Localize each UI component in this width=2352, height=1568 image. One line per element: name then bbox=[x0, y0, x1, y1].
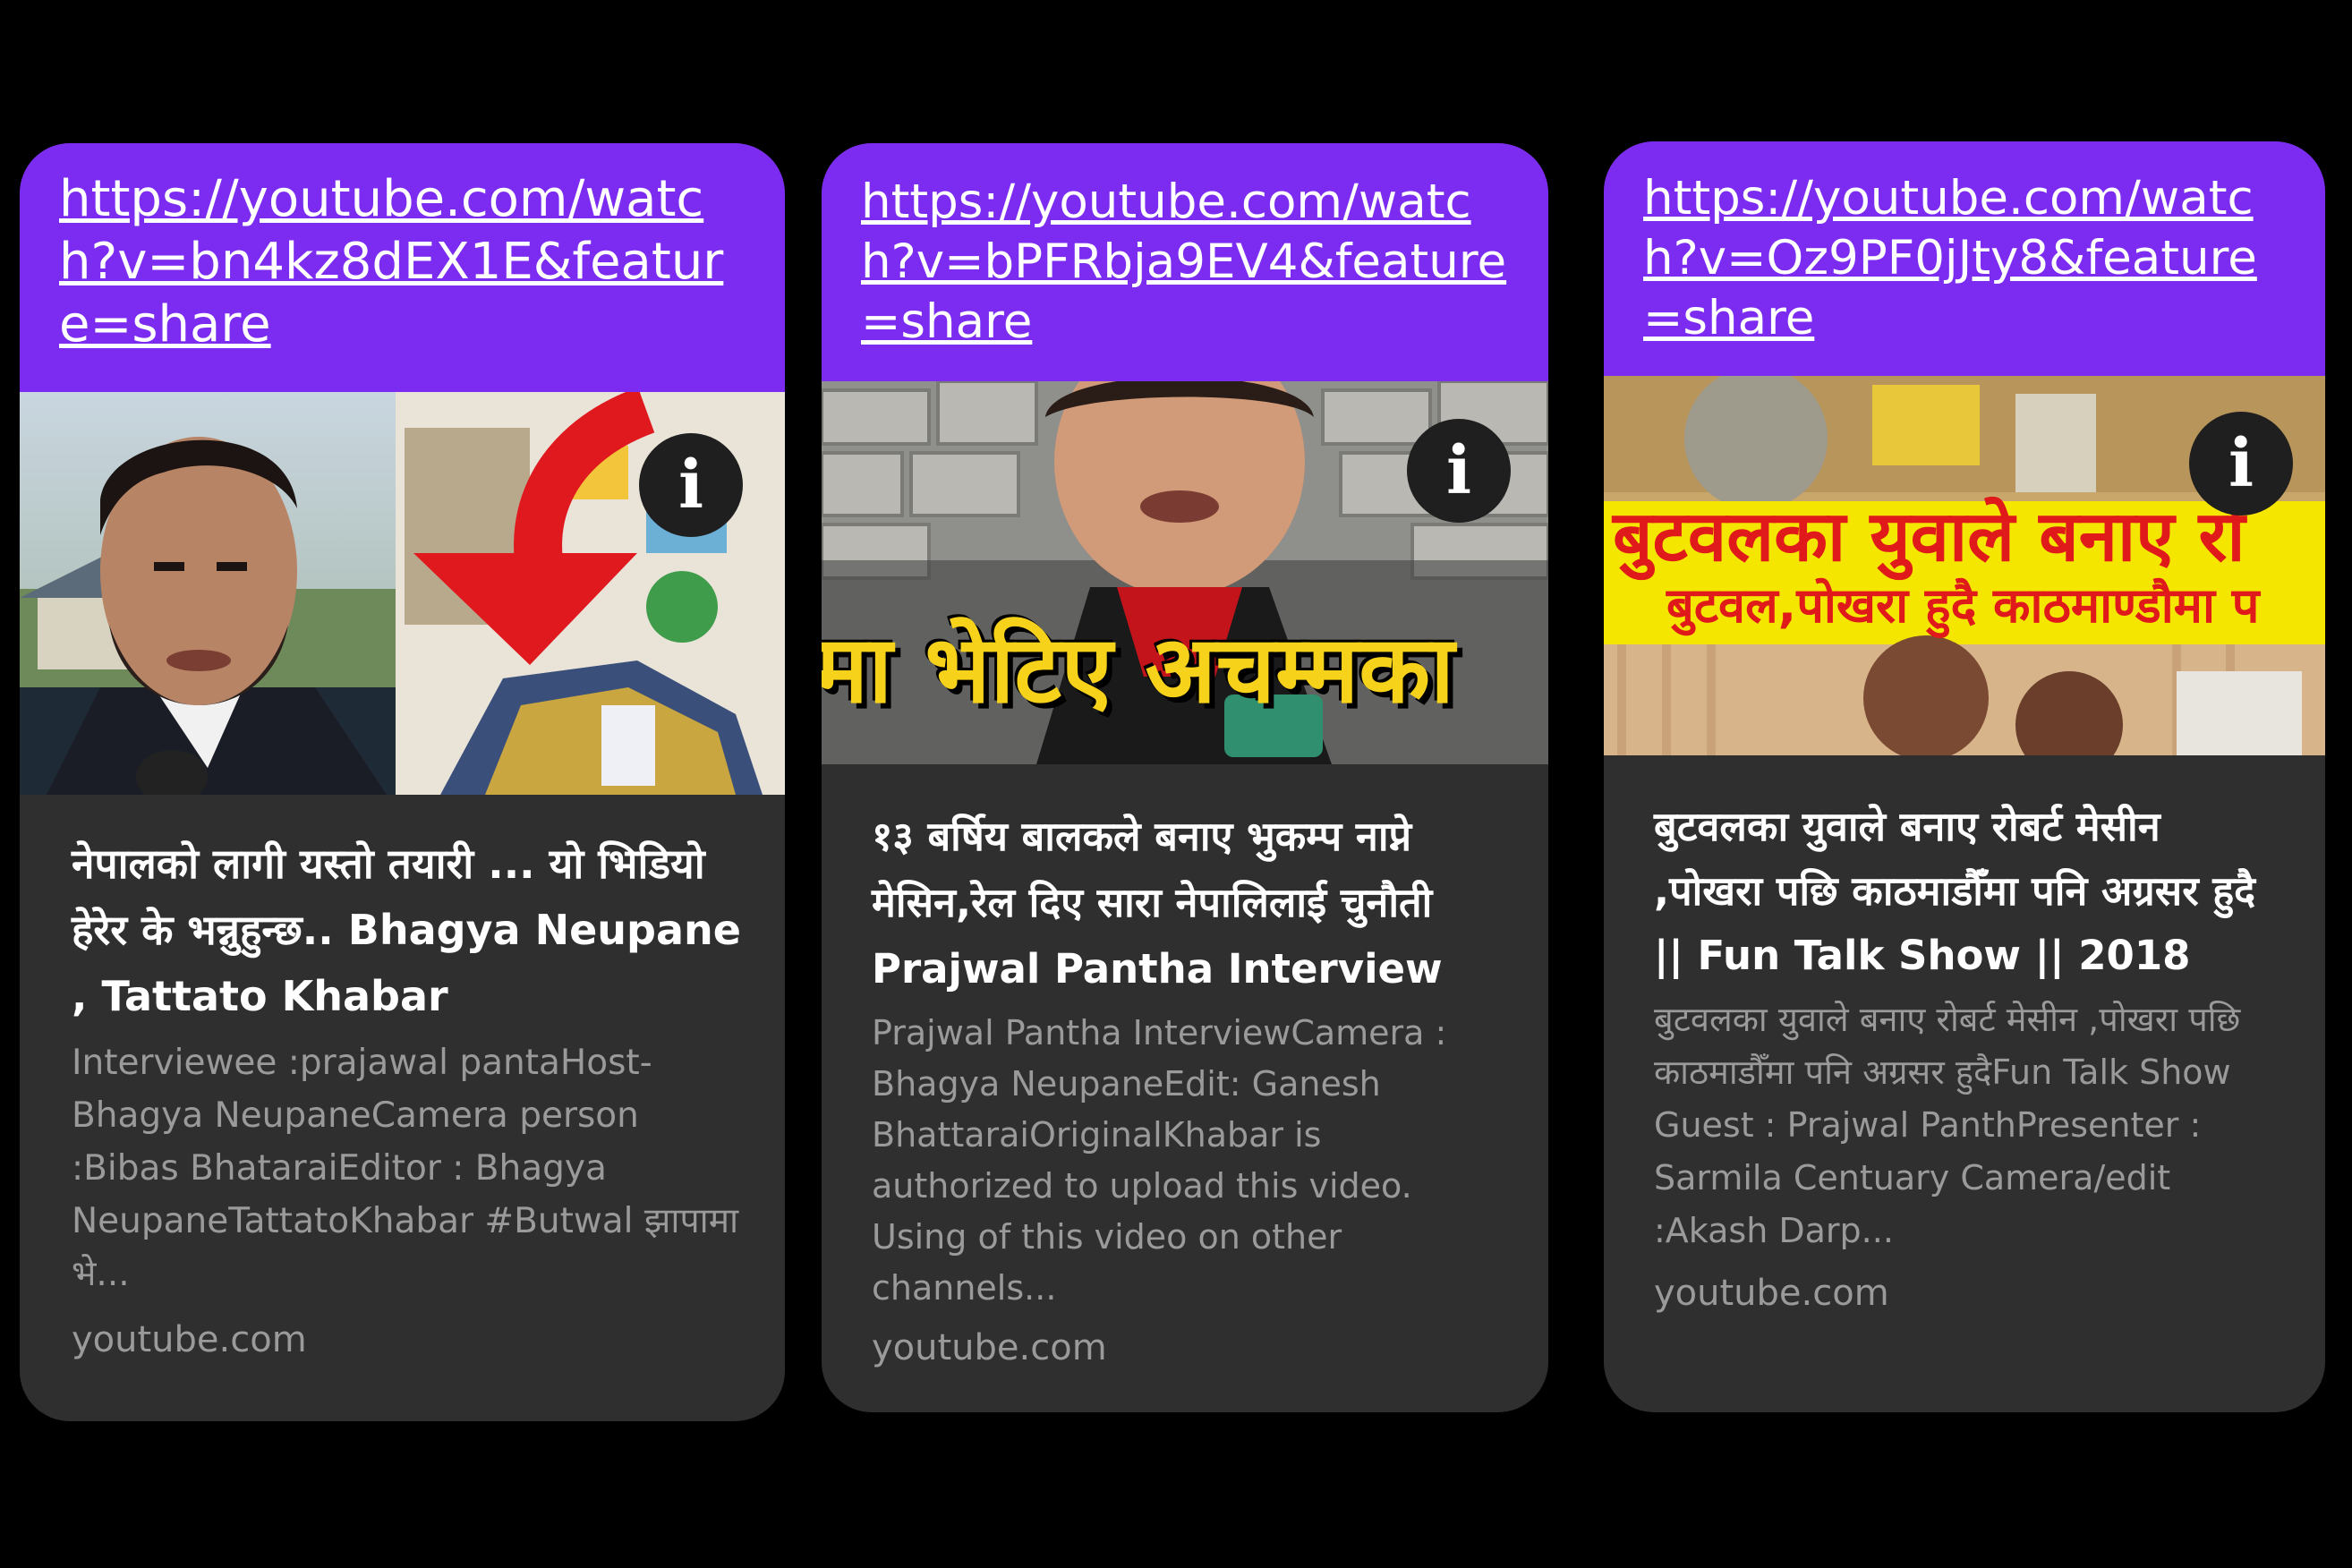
card-body: बुटवलका युवाले बनाए रोबर्ट मेसीन ,पोखरा … bbox=[1604, 755, 2325, 1320]
link-preview-card-1[interactable]: https://youtube.com/watch?v=bn4kz8dEX1E&… bbox=[20, 143, 785, 1421]
card-body: नेपालको लागी यस्तो तयारी ... यो भिडियो ह… bbox=[20, 795, 785, 1367]
url-bar: https://youtube.com/watch?v=bn4kz8dEX1E&… bbox=[20, 143, 785, 392]
video-thumbnail[interactable]: i bbox=[20, 392, 785, 795]
info-icon[interactable]: i bbox=[639, 433, 743, 537]
link-preview-card-3[interactable]: https://youtube.com/watch?v=Oz9PF0jJty8&… bbox=[1604, 141, 2325, 1412]
video-thumbnail[interactable]: बुटवलका युवाले बनाए रो बुटवल,पोखरा हुदै … bbox=[1604, 376, 2325, 755]
source-domain: youtube.com bbox=[1654, 1273, 1889, 1314]
video-description: Interviewee :prajawal pantaHost-Bhagya N… bbox=[72, 1043, 739, 1294]
video-description: बुटवलका युवाले बनाए रोबर्ट मेसीन ,पोखरा … bbox=[1654, 1000, 2241, 1250]
url-bar: https://youtube.com/watch?v=Oz9PF0jJty8&… bbox=[1604, 141, 2325, 376]
card-body: १३ बर्षिय बालकले बनाए भुकम्प नाप्ने मेसि… bbox=[822, 764, 1548, 1375]
url-link[interactable]: https://youtube.com/watch?v=bPFRbja9EV4&… bbox=[861, 172, 1513, 352]
video-title[interactable]: नेपालको लागी यस्तो तयारी ... यो भिडियो ह… bbox=[72, 831, 742, 1029]
url-link[interactable]: https://youtube.com/watch?v=bn4kz8dEX1E&… bbox=[59, 168, 749, 356]
video-description: Prajwal Pantha InterviewCamera : Bhagya … bbox=[872, 1013, 1447, 1308]
video-title[interactable]: बुटवलका युवाले बनाए रोबर्ट मेसीन ,पोखरा … bbox=[1654, 795, 2282, 988]
video-title[interactable]: १३ बर्षिय बालकले बनाए भुकम्प नाप्ने मेसि… bbox=[872, 804, 1505, 1002]
info-icon[interactable]: i bbox=[1407, 419, 1511, 523]
thumbnail-banner-line-2: बुटवल,पोखरा हुदै काठमाण्डौमा प bbox=[1666, 577, 2260, 634]
info-icon[interactable]: i bbox=[2189, 412, 2293, 516]
url-link[interactable]: https://youtube.com/watch?v=Oz9PF0jJty8&… bbox=[1643, 168, 2289, 348]
source-domain: youtube.com bbox=[872, 1327, 1107, 1368]
source-domain: youtube.com bbox=[72, 1319, 307, 1360]
url-bar: https://youtube.com/watch?v=bPFRbja9EV4&… bbox=[822, 143, 1548, 381]
thumbnail-banner: मा भेटिए अचम्मका bbox=[822, 615, 1455, 724]
video-thumbnail[interactable]: मा भेटिए अचम्मका i bbox=[822, 381, 1548, 764]
link-preview-card-2[interactable]: https://youtube.com/watch?v=bPFRbja9EV4&… bbox=[822, 143, 1548, 1412]
